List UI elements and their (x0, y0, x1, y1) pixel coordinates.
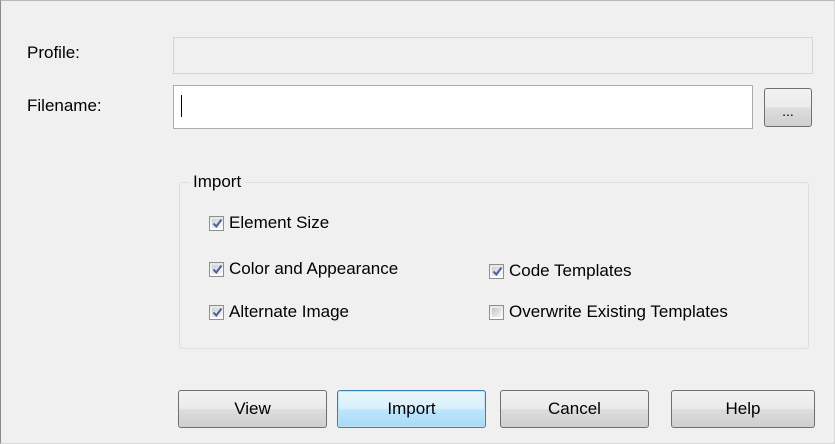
import-button[interactable]: Import (337, 390, 486, 428)
element-size-checkbox[interactable] (209, 215, 224, 231)
code-templates-option[interactable]: Code Templates (489, 261, 632, 281)
view-button[interactable]: View (178, 390, 327, 428)
overwrite-templates-label: Overwrite Existing Templates (509, 302, 728, 321)
import-dialog: Profile: Filename: ... Import Element Si… (0, 0, 835, 444)
browse-button[interactable]: ... (764, 88, 812, 127)
profile-input (174, 38, 812, 73)
alternate-image-label: Alternate Image (229, 302, 350, 321)
code-templates-checkbox[interactable] (489, 263, 504, 279)
help-button[interactable]: Help (671, 390, 815, 428)
element-size-label: Element Size (229, 213, 330, 232)
check-mark-icon (212, 307, 223, 317)
overwrite-templates-checkbox[interactable] (489, 304, 504, 320)
filename-input[interactable] (174, 86, 752, 128)
code-templates-label: Code Templates (509, 261, 632, 280)
color-appearance-label: Color and Appearance (229, 259, 399, 278)
filename-field[interactable] (173, 85, 753, 129)
check-mark-icon (492, 266, 503, 276)
alternate-image-checkbox[interactable] (209, 304, 224, 320)
filename-label: Filename: (27, 96, 102, 115)
color-appearance-option[interactable]: Color and Appearance (209, 259, 398, 279)
check-mark-icon (212, 264, 223, 274)
profile-field (173, 37, 813, 74)
color-appearance-checkbox[interactable] (209, 261, 224, 277)
overwrite-templates-option[interactable]: Overwrite Existing Templates (489, 302, 728, 322)
import-group-title: Import (189, 172, 246, 192)
cancel-button[interactable]: Cancel (500, 390, 649, 428)
alternate-image-option[interactable]: Alternate Image (209, 302, 349, 322)
profile-label: Profile: (27, 43, 80, 62)
element-size-option[interactable]: Element Size (209, 213, 329, 233)
check-mark-icon (212, 218, 223, 228)
text-caret (181, 95, 182, 117)
